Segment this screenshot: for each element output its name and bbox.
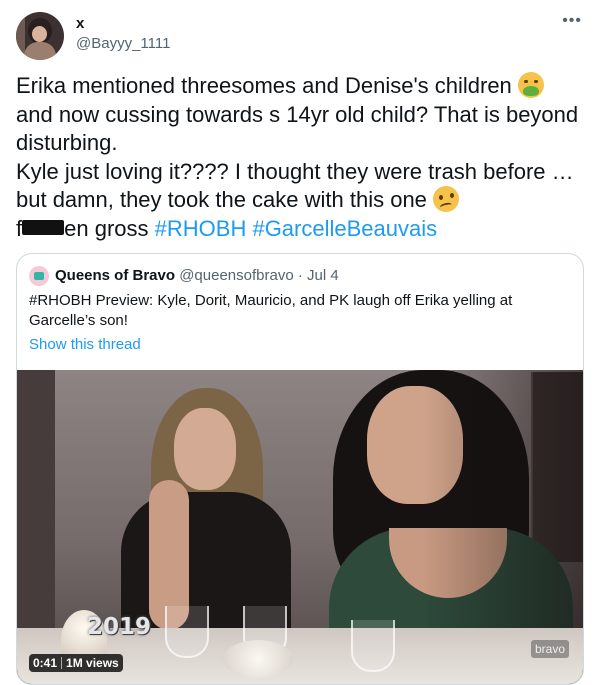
author-name[interactable]: x	[76, 15, 84, 32]
more-options-icon[interactable]: •••	[562, 12, 582, 30]
show-thread-link[interactable]: Show this thread	[29, 336, 141, 353]
hashtag-garcelle[interactable]: #GarcelleBeauvais	[252, 216, 437, 241]
tweet-line-1: Erika mentioned threesomes and Denise's …	[16, 73, 512, 98]
video-stats-overlay: 0:41 1M views	[29, 654, 123, 672]
video-time: 0:41	[33, 656, 58, 670]
author-avatar[interactable]	[16, 12, 64, 60]
quoted-author-handle[interactable]: @queensofbravo	[179, 267, 293, 284]
separator-dot: ·	[297, 267, 303, 284]
quoted-tweet[interactable]: Queens of Bravo @queensofbravo · Jul 4 #…	[16, 253, 584, 685]
tweet-line-2: and now cussing towards s 14yr old child…	[16, 101, 579, 156]
video-views: 1M views	[66, 656, 119, 670]
quoted-text: #RHOBH Preview: Kyle, Dorit, Mauricio, a…	[29, 292, 513, 329]
quoted-author-avatar[interactable]	[29, 266, 49, 286]
tweet-header: x @Bayyy_1111 •••	[16, 12, 584, 60]
flower-centerpiece	[223, 640, 293, 678]
video-player[interactable]: 2019 bravo 0:41 1M views	[17, 370, 583, 684]
wine-glass	[351, 620, 395, 672]
tweet-text: Erika mentioned threesomes and Denise's …	[16, 72, 584, 243]
quoted-tweet-header: Queens of Bravo @queensofbravo · Jul 4	[55, 267, 339, 284]
nauseated-face-icon	[517, 72, 544, 98]
year-badge: 2019	[26, 614, 308, 641]
woozy-face-icon	[433, 186, 460, 212]
tweet-line-4-suffix: en gross	[64, 215, 149, 241]
author-handle[interactable]: @Bayyy_1111	[76, 35, 170, 52]
quoted-date[interactable]: Jul 4	[307, 267, 339, 284]
hashtag-rhobh[interactable]: #RHOBH	[155, 216, 247, 241]
tweet-line-3: Kyle just loving it???? I thought they w…	[16, 158, 574, 213]
redaction-mark	[22, 219, 65, 235]
wine-glass	[165, 606, 209, 658]
quoted-author-name[interactable]: Queens of Bravo	[55, 267, 175, 284]
bravo-watermark: bravo	[530, 640, 569, 658]
